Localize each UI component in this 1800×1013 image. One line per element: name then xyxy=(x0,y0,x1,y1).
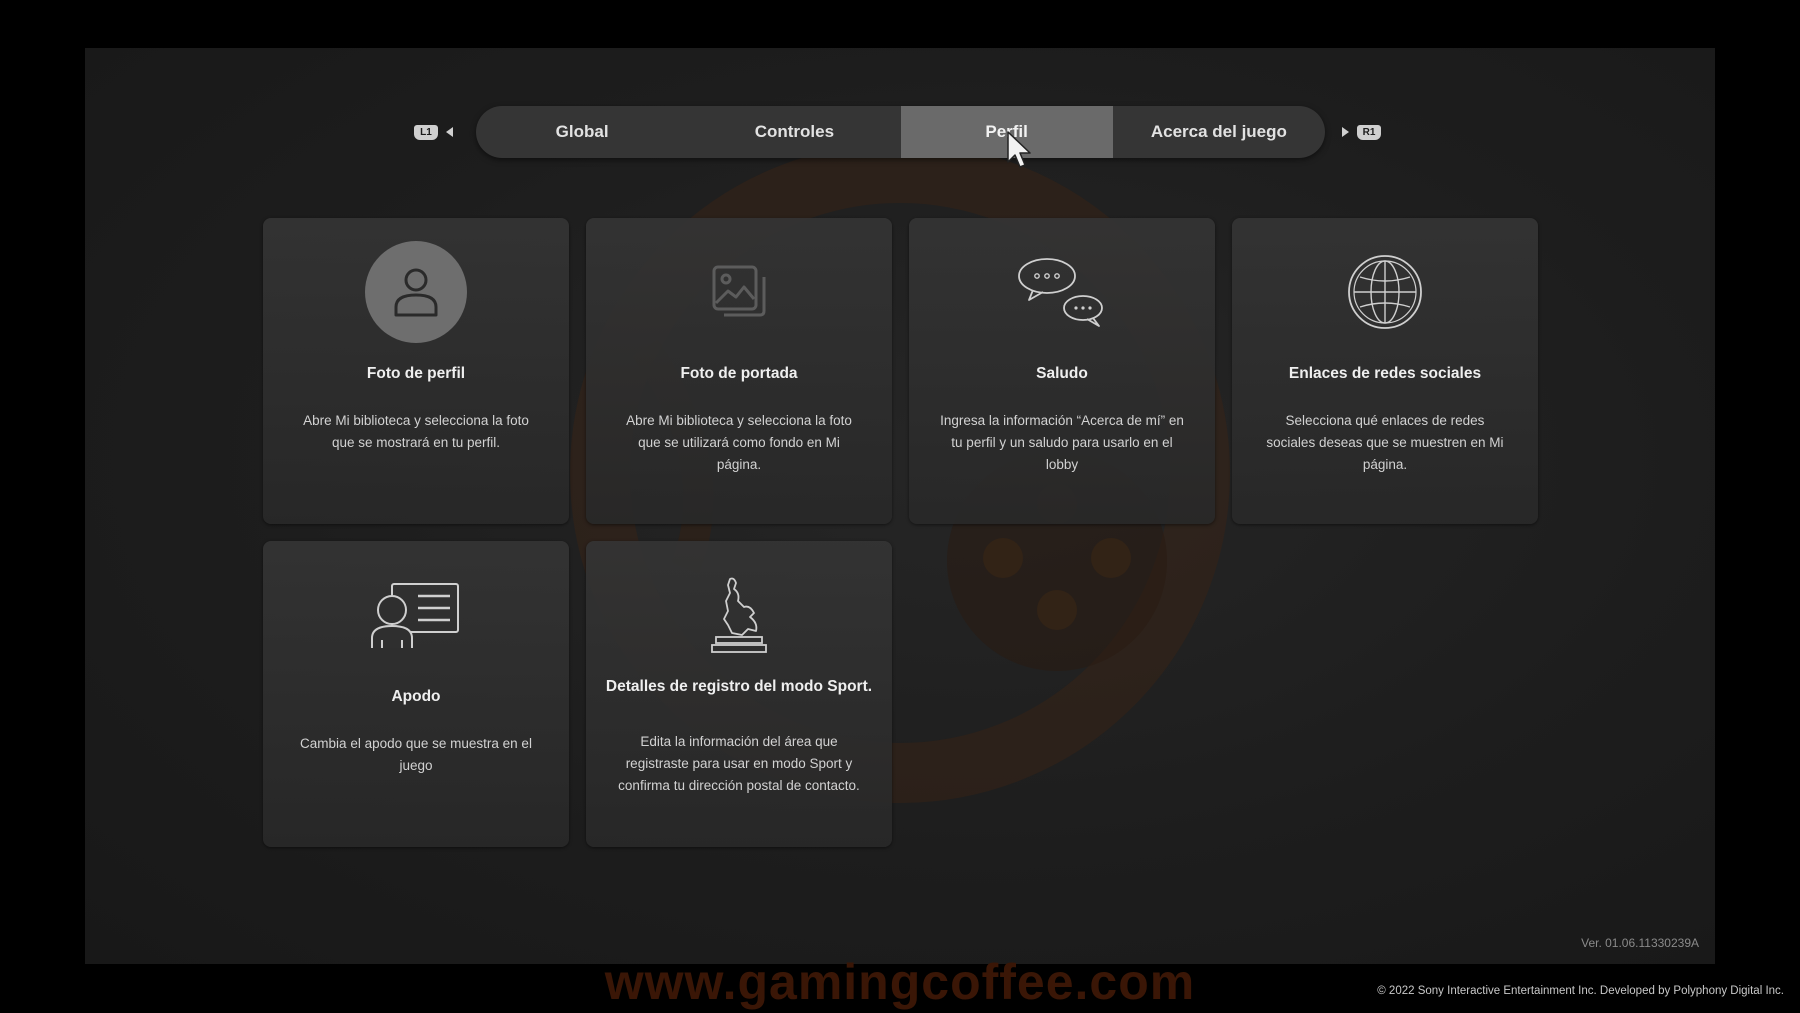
trophy-statue-icon xyxy=(711,577,767,653)
card-sport-registration[interactable]: Detalles de registro del modo Sport. Edi… xyxy=(586,541,892,847)
card-description: Ingresa la información “Acerca de mí” en… xyxy=(940,413,1184,472)
globe-icon xyxy=(1348,255,1422,329)
card-title: Apodo xyxy=(391,688,441,705)
tab-global[interactable]: Global xyxy=(476,106,688,158)
card-social-links[interactable]: Enlaces de redes sociales Selecciona qué… xyxy=(1232,218,1538,524)
card-title: Enlaces de redes sociales xyxy=(1288,365,1482,382)
next-tab-hint[interactable]: R1 xyxy=(1342,106,1381,158)
card-nickname[interactable]: Apodo Cambia el apodo que se muestra en … xyxy=(263,541,569,847)
tab-controles[interactable]: Controles xyxy=(688,106,900,158)
arrow-left-icon xyxy=(446,127,453,137)
arrow-right-icon xyxy=(1342,127,1349,137)
card-profile-photo[interactable]: Foto de perfil Abre Mi biblioteca y sele… xyxy=(263,218,569,524)
card-title: Saludo xyxy=(1036,365,1088,382)
card-cover-photo[interactable]: Foto de portada Abre Mi biblioteca y sel… xyxy=(586,218,892,524)
card-description: Selecciona qué enlaces de redes sociales… xyxy=(1266,413,1504,472)
card-title: Detalles de registro del modo Sport. xyxy=(605,678,873,695)
id-card-icon xyxy=(371,583,459,648)
card-title: Foto de perfil xyxy=(366,365,466,382)
chat-bubbles-icon xyxy=(1018,258,1103,327)
tab-navigation: L1 Global Controles Perfil Acerca del ju… xyxy=(85,106,1715,158)
version-label: Ver. 01.06.11330239A xyxy=(1581,936,1699,950)
user-icon xyxy=(365,241,467,343)
r1-button-icon: R1 xyxy=(1357,124,1381,140)
mouse-cursor-icon xyxy=(1007,131,1031,168)
card-description: Abre Mi biblioteca y selecciona la foto … xyxy=(626,413,852,472)
watermark-text: www.gamingcoffee.com xyxy=(604,954,1196,1010)
previous-tab-hint[interactable]: L1 xyxy=(414,106,453,158)
l1-button-icon: L1 xyxy=(414,124,438,140)
card-greeting[interactable]: Saludo Ingresa la información “Acerca de… xyxy=(909,218,1215,524)
card-description: Cambia el apodo que se muestra en el jue… xyxy=(300,736,532,773)
card-description: Abre Mi biblioteca y selecciona la foto … xyxy=(303,413,529,450)
image-gallery-icon xyxy=(712,265,766,317)
tab-bar: Global Controles Perfil Acerca del juego xyxy=(476,106,1325,158)
card-title: Foto de portada xyxy=(680,365,798,382)
tab-acerca-del-juego[interactable]: Acerca del juego xyxy=(1113,106,1325,158)
settings-screen: L1 Global Controles Perfil Acerca del ju… xyxy=(85,48,1715,964)
copyright-text: © 2022 Sony Interactive Entertainment In… xyxy=(1377,985,1784,997)
card-description: Edita la información del área que regist… xyxy=(618,734,860,793)
